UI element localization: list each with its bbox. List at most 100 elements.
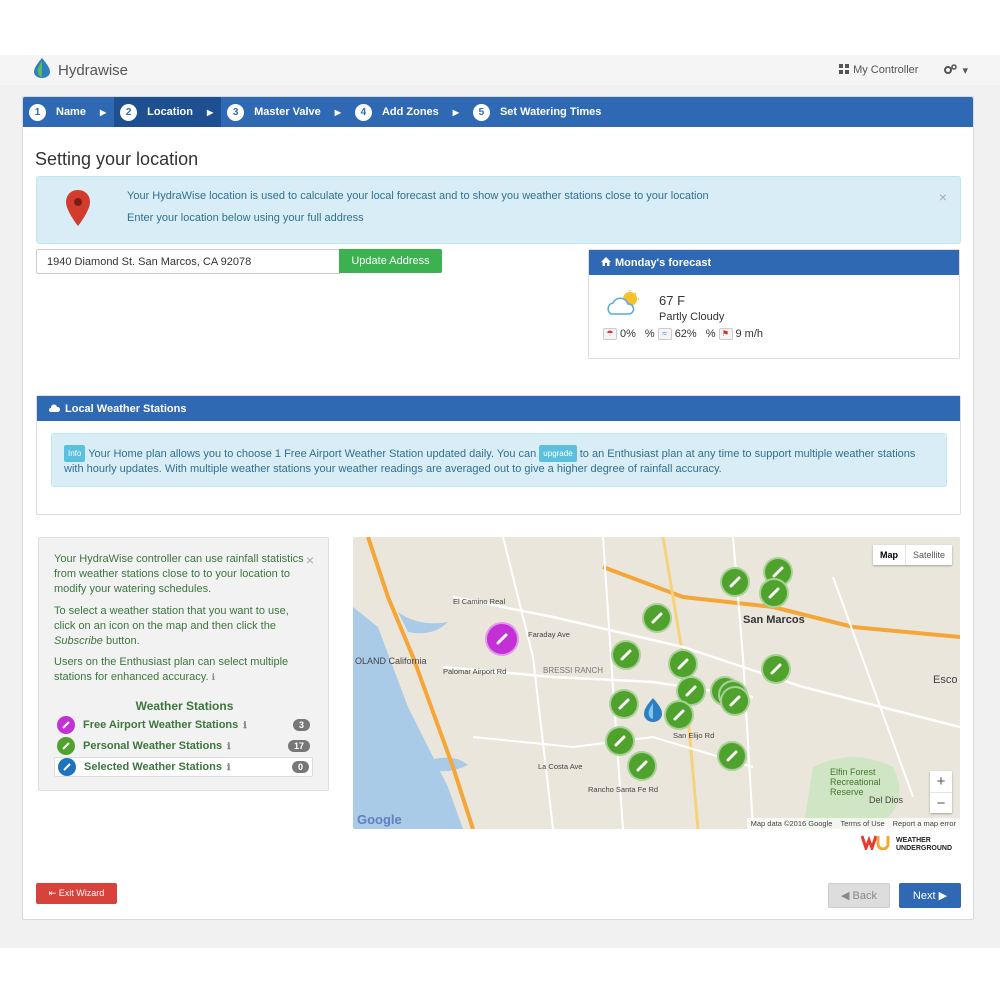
zoom-out-button[interactable]: − xyxy=(930,792,952,813)
legend-selected[interactable]: Selected Weather Stations ℹ 0 xyxy=(54,757,313,777)
update-address-button[interactable]: Update Address xyxy=(339,249,442,273)
hydrawise-logo-icon xyxy=(32,57,52,84)
close-icon[interactable]: × xyxy=(939,189,947,205)
report-map-error-link[interactable]: Report a map error xyxy=(893,819,956,828)
personal-station-marker[interactable] xyxy=(717,741,747,771)
info-circle-icon: ℹ xyxy=(211,672,215,682)
thermometer-icon xyxy=(620,649,632,661)
wu-line-1: WEATHER xyxy=(896,836,931,844)
humidity-icon: ≈ xyxy=(657,328,672,340)
stations-title: Local Weather Stations xyxy=(65,402,187,415)
settings-menu[interactable]: ▾ xyxy=(944,63,968,77)
close-icon[interactable]: × xyxy=(306,552,314,568)
legend-label: Personal Weather Stations xyxy=(83,740,223,752)
humidity-unit: % xyxy=(705,328,716,340)
personal-station-marker[interactable] xyxy=(720,686,750,716)
back-button[interactable]: ◀ Back xyxy=(828,883,890,908)
alert-line-1: Your HydraWise location is used to calcu… xyxy=(127,190,709,202)
map-type-map[interactable]: Map xyxy=(873,545,905,565)
stations-map[interactable]: San Marcos OLAND California BRESSI RANCH… xyxy=(353,537,960,829)
wizard-steps: 1 Name ▶ 2 Location ▶ 3 Master Valve ▶ 4… xyxy=(23,97,973,127)
legend-personal[interactable]: Personal Weather Stations ℹ 17 xyxy=(54,736,313,756)
alert-line-2: Enter your location below using your ful… xyxy=(127,212,364,224)
step-master-valve[interactable]: 3 Master Valve ▶ xyxy=(221,97,349,127)
thermometer-icon xyxy=(614,735,626,747)
grid-icon xyxy=(839,63,850,77)
forecast-condition: Partly Cloudy xyxy=(659,311,725,323)
thermometer-icon xyxy=(729,576,741,588)
thermometer-icon xyxy=(57,737,75,755)
next-button[interactable]: Next ▶ xyxy=(899,883,961,908)
zoom-in-button[interactable]: + xyxy=(930,771,952,792)
rain-chance: 0% xyxy=(620,328,636,340)
personal-station-marker[interactable] xyxy=(627,751,657,781)
personal-station-marker[interactable] xyxy=(664,700,694,730)
page-title: Setting your location xyxy=(35,149,199,169)
step-name[interactable]: 1 Name ▶ xyxy=(23,97,114,127)
my-controller-link[interactable]: My Controller xyxy=(839,63,918,77)
thermometer-icon xyxy=(685,685,697,697)
local-weather-stations-panel: Local Weather Stations Info Your Home pl… xyxy=(36,395,961,515)
cloud-icon xyxy=(49,403,61,415)
map-label-rancho: Rancho Santa Fe Rd xyxy=(588,785,659,794)
info-tag: Info xyxy=(64,445,86,462)
personal-station-marker[interactable] xyxy=(761,654,791,684)
personal-station-marker[interactable] xyxy=(642,603,672,633)
info-text-1: Your Home plan allows you to choose 1 Fr… xyxy=(88,448,537,460)
plan-info-alert: Info Your Home plan allows you to choose… xyxy=(51,433,947,487)
map-pin-icon xyxy=(65,189,91,232)
terms-of-use-link[interactable]: Terms of Use xyxy=(840,819,884,828)
thermometer-icon xyxy=(618,698,630,710)
step-number: 1 xyxy=(29,103,46,121)
help-paragraph-3: Users on the Enthusiast plan can select … xyxy=(54,655,304,685)
wind-speed: 9 m/h xyxy=(735,328,764,340)
forecast-card: Monday's forecast 67 F Partly Cloudy ☂ 0… xyxy=(588,249,960,359)
legend-label: Selected Weather Stations xyxy=(84,761,222,773)
chevron-down-icon: ▾ xyxy=(962,64,968,77)
partly-cloudy-icon xyxy=(603,290,645,321)
personal-station-marker[interactable] xyxy=(720,567,750,597)
location-alert: Your HydraWise location is used to calcu… xyxy=(36,176,961,244)
stations-header: Local Weather Stations xyxy=(37,396,960,421)
caret-right-icon: ▶ xyxy=(99,107,107,117)
count-badge: 17 xyxy=(287,740,310,752)
step-label: Location xyxy=(147,106,193,118)
upgrade-link[interactable]: upgrade xyxy=(539,445,577,462)
thermometer-icon xyxy=(770,663,782,675)
personal-station-marker[interactable] xyxy=(605,726,635,756)
personal-station-marker[interactable] xyxy=(609,689,639,719)
info-circle-icon: ℹ xyxy=(226,761,231,772)
airport-station-marker[interactable] xyxy=(485,622,519,656)
map-type-satellite[interactable]: Satellite xyxy=(904,545,952,565)
address-input[interactable] xyxy=(36,249,340,274)
personal-station-marker[interactable] xyxy=(611,640,641,670)
legend-free-airport[interactable]: Free Airport Weather Stations ℹ 3 xyxy=(54,715,313,735)
step-number: 5 xyxy=(472,103,490,121)
map-data-credit: Map data ©2016 Google xyxy=(750,819,833,828)
thermometer-icon xyxy=(772,566,784,578)
step-number: 4 xyxy=(354,103,372,121)
help-paragraph-2c: button. xyxy=(105,635,140,647)
legend-label: Free Airport Weather Stations xyxy=(83,719,239,731)
map-label-carlsbad: OLAND California xyxy=(355,656,427,666)
exit-wizard-button[interactable]: ⇤ Exit Wizard xyxy=(36,883,117,904)
personal-station-marker[interactable] xyxy=(668,649,698,679)
weather-stations-title: Weather Stations xyxy=(135,699,234,713)
humidity: 62% xyxy=(674,328,697,340)
count-badge: 3 xyxy=(292,719,310,731)
step-add-zones[interactable]: 4 Add Zones ▶ xyxy=(349,97,467,127)
map-label-bressi-ranch: BRESSI RANCH xyxy=(543,666,604,675)
personal-station-marker[interactable] xyxy=(759,578,789,608)
step-location[interactable]: 2 Location ▶ xyxy=(114,97,222,127)
brand[interactable]: Hydrawise xyxy=(32,57,128,84)
map-label-el-camino: El Camino Real xyxy=(453,597,506,606)
map-type-control: Map Satellite xyxy=(872,545,952,565)
thermometer-icon xyxy=(768,587,780,599)
map-label-elfin-forest: Elfin Forest Recreational Reserve xyxy=(830,767,881,797)
info-circle-icon: ℹ xyxy=(227,740,231,751)
step-number: 2 xyxy=(120,103,138,121)
step-set-watering-times[interactable]: 5 Set Watering Times xyxy=(467,97,609,127)
subscribe-word: Subscribe xyxy=(54,635,103,647)
thermometer-icon xyxy=(496,633,508,645)
weather-underground-logo: WEATHER UNDERGROUND xyxy=(860,834,952,855)
